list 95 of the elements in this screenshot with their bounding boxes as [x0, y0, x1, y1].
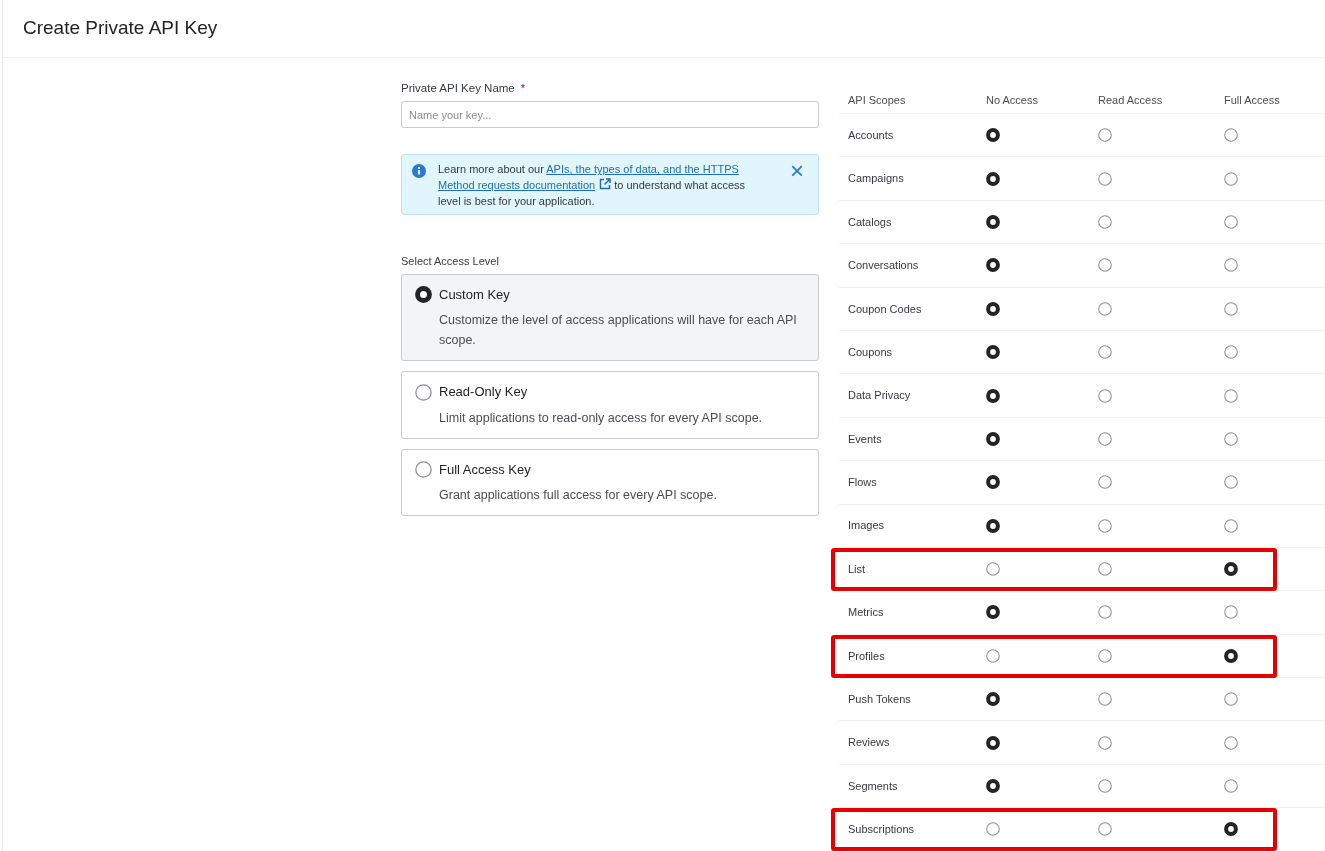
radio-button[interactable]	[1098, 128, 1112, 143]
radio-button[interactable]	[1224, 258, 1238, 273]
scope-name: Subscriptions	[848, 822, 915, 838]
scope-name: Reviews	[848, 735, 890, 751]
radio-button[interactable]	[1224, 214, 1238, 229]
column-header: Full Access	[1224, 92, 1281, 108]
radio-selected[interactable]	[986, 605, 1000, 620]
radio-button[interactable]	[1098, 214, 1112, 229]
scope-name: Images	[848, 518, 885, 534]
column-header: API Scopes	[847, 92, 907, 108]
scope-name: Push Tokens	[848, 692, 911, 707]
access-option-card[interactable]: Full Access Key Grant applications full access for every API scope.	[401, 448, 819, 517]
radio-button[interactable]	[1098, 301, 1112, 316]
radio-button[interactable]	[1224, 518, 1238, 533]
scope-name: Profiles	[848, 648, 885, 664]
documentation-link[interactable]: Method requests documentation	[438, 179, 596, 192]
option-title: Full Access Key	[439, 460, 531, 479]
radio-selected[interactable]	[986, 171, 1000, 186]
radio-selected[interactable]	[1224, 648, 1238, 663]
radio-button[interactable]	[1098, 475, 1112, 490]
radio-button[interactable]	[986, 822, 1000, 837]
radio-button[interactable]	[1098, 779, 1112, 794]
radio-selected[interactable]	[986, 388, 1000, 403]
radio-button[interactable]	[1224, 605, 1238, 620]
radio-selected[interactable]	[986, 431, 1000, 446]
radio-button[interactable]	[986, 648, 1000, 663]
field-label: Private API Key Name	[401, 81, 515, 96]
scope-name: Data Privacy	[848, 388, 911, 404]
close-button[interactable]: ×	[790, 161, 804, 182]
radio-button[interactable]	[415, 383, 432, 401]
radio-selected[interactable]	[986, 475, 1000, 490]
scope-name: Coupons	[848, 344, 893, 360]
scope-name: Flows	[848, 475, 877, 491]
radio-button[interactable]	[1224, 171, 1238, 186]
access-option-card[interactable]: Custom Key Customize the level of access applications will have for each API scope.	[401, 273, 819, 362]
option-title: Custom Key	[439, 285, 510, 304]
radio-selected[interactable]	[986, 345, 1000, 360]
radio-button[interactable]	[1224, 475, 1238, 490]
radio-selected[interactable]	[986, 301, 1000, 316]
radio-selected[interactable]	[986, 779, 1000, 794]
option-description: Limit applications to read-only access for every API scope.	[439, 409, 764, 427]
radio-button[interactable]	[1098, 648, 1112, 663]
radio-button[interactable]	[1224, 692, 1238, 707]
page-title: Create Private API Key	[23, 16, 218, 41]
radio-button[interactable]	[1098, 171, 1112, 186]
radio-button[interactable]	[1098, 431, 1112, 446]
radio-selected[interactable]	[986, 692, 1000, 707]
radio-button[interactable]	[1224, 388, 1238, 403]
radio-button[interactable]	[1098, 735, 1112, 750]
radio-selected[interactable]	[1224, 562, 1238, 577]
radio-button[interactable]	[1224, 735, 1238, 750]
radio-selected[interactable]	[986, 258, 1000, 273]
input-field[interactable]: Name your key...	[401, 101, 819, 129]
external-link-icon[interactable]	[599, 178, 612, 191]
radio-button[interactable]	[1098, 258, 1112, 273]
radio-button[interactable]	[1098, 345, 1112, 360]
radio-button[interactable]	[1098, 562, 1112, 577]
info-icon	[412, 164, 426, 179]
scope-name: Coupon Codes	[848, 301, 922, 317]
scope-name: Catalogs	[848, 214, 892, 230]
required-mark: *	[520, 81, 526, 96]
option-title: Read-Only Key	[439, 383, 528, 402]
documentation-link[interactable]: APIs, the types of data, and the HTTPS	[546, 163, 739, 176]
scope-name: List	[848, 561, 866, 577]
radio-button[interactable]	[1098, 518, 1112, 533]
scope-name: Segments	[848, 778, 898, 794]
radio-button[interactable]	[1224, 301, 1238, 316]
option-description: Grant applications full access for every API scope.	[439, 487, 718, 505]
radio-selected[interactable]	[415, 286, 432, 303]
scope-name: Accounts	[848, 127, 894, 143]
radio-selected[interactable]	[986, 214, 1000, 229]
scope-name: Conversations	[848, 258, 919, 274]
radio-selected[interactable]	[1224, 822, 1238, 837]
radio-button[interactable]	[1098, 388, 1112, 403]
radio-button[interactable]	[1098, 822, 1112, 837]
access-option-card[interactable]: Read-Only Key Limit applications to read-only access for every API scope.	[401, 371, 819, 439]
radio-button[interactable]	[415, 461, 432, 478]
column-header: No Access	[986, 92, 1039, 108]
radio-selected[interactable]	[986, 735, 1000, 750]
radio-button[interactable]	[1098, 692, 1112, 707]
section-label: Select Access Level	[401, 254, 500, 270]
radio-button[interactable]	[1224, 431, 1238, 446]
column-header: Read Access	[1098, 92, 1164, 108]
radio-button[interactable]	[1224, 779, 1238, 794]
radio-selected[interactable]	[986, 518, 1000, 533]
radio-button[interactable]	[1224, 128, 1238, 143]
radio-button[interactable]	[1224, 345, 1238, 360]
info-text: Learn more about our APIs, the types of data, and the HTTPS Method requests documentation to understand what access level is best for your application.	[438, 162, 747, 210]
scope-name: Metrics	[848, 605, 884, 621]
radio-button[interactable]	[1098, 605, 1112, 620]
scope-name: Events	[848, 431, 882, 447]
option-description: Customize the level of access applications will have for each API scope.	[439, 312, 798, 350]
radio-selected[interactable]	[986, 128, 1000, 143]
scope-name: Campaigns	[848, 171, 904, 187]
radio-button[interactable]	[986, 562, 1000, 577]
